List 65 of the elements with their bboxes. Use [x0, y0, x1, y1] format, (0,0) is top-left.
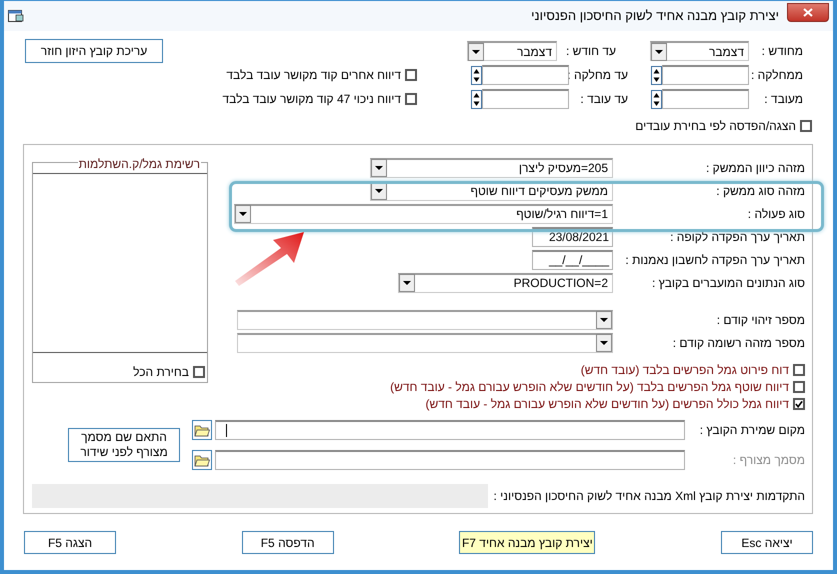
- checkbox-label: דיווח אחרים קוד מקושר עובד בלבד: [226, 67, 401, 84]
- checkbox[interactable]: [405, 93, 417, 105]
- month-dropdown[interactable]: דצמבר: [650, 41, 749, 61]
- checkbox-label: הצגה/הפדסה לפי בחירת עובדים: [635, 118, 796, 135]
- dropdown-field[interactable]: [237, 332, 613, 352]
- close-button[interactable]: [787, 2, 829, 22]
- dropdown-field[interactable]: 205=מעסיק ליצרן: [370, 158, 613, 178]
- checkbox-label: בחירת הכל: [133, 364, 189, 381]
- field-label: תאריך ערך הפקדה לקופה :: [669, 228, 805, 246]
- folder-button[interactable]: [192, 420, 212, 440]
- month-dropdown[interactable]: דצמבר: [467, 41, 557, 61]
- match-name-button[interactable]: התאם שם מסמך מצורף לפני שידור: [68, 428, 180, 462]
- field-label: תאריך ערך הפקדה לחשבון נאמנות :: [624, 252, 805, 268]
- spinner-icon[interactable]: [471, 90, 482, 108]
- text-cursor: [226, 424, 227, 437]
- checkbox[interactable]: [793, 364, 805, 376]
- date-field[interactable]: __/__/____: [532, 250, 613, 270]
- spinner-icon[interactable]: [471, 66, 482, 84]
- checkbox[interactable]: [793, 398, 805, 410]
- field-label: מסמך מצורף :: [732, 452, 805, 469]
- field-label: מקום שמירת הקובץ :: [698, 422, 805, 439]
- field-label: ממחלקה :: [750, 67, 803, 84]
- field-label: עד חודש :: [564, 43, 617, 60]
- pointer-arrow: [234, 231, 306, 287]
- folder-button[interactable]: [192, 450, 212, 470]
- action-button[interactable]: הדפסה F5: [242, 531, 334, 554]
- field-label: מעובד :: [763, 91, 803, 108]
- input-field[interactable]: [215, 450, 685, 470]
- checkbox-label: דיווח ניכוי 47 קוד מקושר עובד בלבד: [222, 91, 401, 108]
- folder-icon: [194, 423, 210, 437]
- spinner-icon[interactable]: [651, 90, 662, 108]
- field-label: מספר מזהה רשומה קודם :: [672, 334, 805, 352]
- field-label: מחודש :: [760, 43, 803, 60]
- feedback-button[interactable]: עריכת קובץ היזון חוזר: [25, 39, 163, 63]
- input-field[interactable]: [482, 65, 569, 85]
- checkbox-label: דיווח שוטף גמל הפרשים בלבד (על חודשים שלא הופרש עבורם גמל - עובד חדש): [390, 378, 789, 396]
- window-title: יצירת קובץ מבנה אחיד לשוק החיסכון הפנסיוני: [531, 7, 779, 26]
- spinner-icon[interactable]: [651, 66, 662, 84]
- field-label: סוג פעולה :: [746, 206, 805, 222]
- field-label: סוג הנתונים המועברים בקובץ :: [650, 274, 805, 292]
- action-button[interactable]: הצגה F5: [24, 531, 116, 554]
- dropdown-field[interactable]: 1=דיווח רגיל/שוטף: [234, 204, 613, 224]
- input-field[interactable]: [215, 420, 685, 440]
- field-label: מזהה סוג ממשק :: [715, 182, 805, 200]
- field-label: עד עובד :: [579, 91, 629, 108]
- field-label: מספר זיהוי קודם :: [716, 312, 805, 328]
- action-button[interactable]: יצירת קובץ מבנה אחיד F7: [459, 531, 596, 554]
- checkbox[interactable]: [800, 120, 812, 132]
- action-button[interactable]: יציאה Esc: [721, 531, 813, 554]
- panel-title: רשימת גמל/ק.השתלמות: [78, 155, 201, 173]
- progress-label: התקדמות יצירת קובץ Xml מבנה אחיד לשוק החיסכון הפנסיוני :: [494, 488, 805, 505]
- checkbox[interactable]: [793, 380, 805, 392]
- input-field[interactable]: [482, 89, 569, 109]
- checkbox-label: דוח פירוט גמל הפרשים בלבד (עובד חדש): [580, 362, 789, 378]
- input-field[interactable]: [662, 89, 749, 109]
- checkbox-label: דיווח גמל כולל הפרשים (על חודשים שלא הופרש עבורם גמל - עובד חדש): [426, 396, 789, 412]
- field-label: מזהה כיוון הממשק :: [704, 160, 805, 176]
- checkbox[interactable]: [193, 366, 205, 378]
- app-icon: [8, 9, 24, 23]
- checkbox[interactable]: [405, 69, 417, 81]
- dropdown-field[interactable]: PRODUCTION=2: [398, 272, 613, 292]
- dropdown-field[interactable]: [237, 310, 613, 330]
- input-field[interactable]: [662, 65, 749, 85]
- folder-icon: [194, 453, 210, 467]
- close-icon: [803, 8, 813, 16]
